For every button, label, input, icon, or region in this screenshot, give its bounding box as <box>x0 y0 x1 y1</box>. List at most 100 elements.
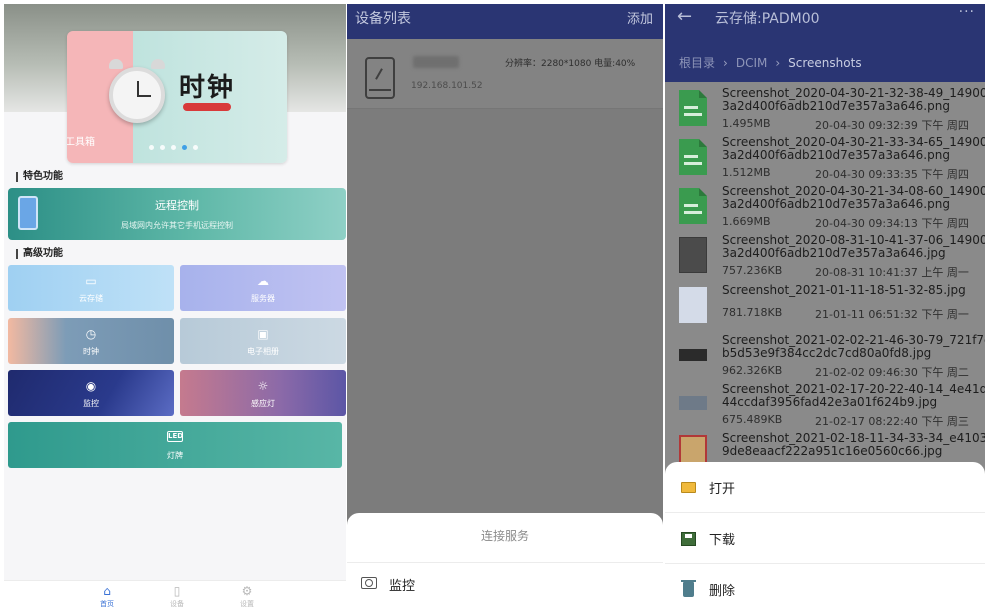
action-label: 下载 <box>709 533 736 548</box>
banner-subtitle: 工具箱 <box>67 137 95 148</box>
tile-label: 监控 <box>83 399 99 408</box>
page-title: 设备列表 <box>355 11 411 27</box>
camera-icon <box>361 577 377 589</box>
file-name: Screenshot_2020-04-30-21-33-34-65_14900 … <box>722 135 985 162</box>
carousel-dots[interactable] <box>149 145 198 150</box>
file-name: Screenshot_2021-02-18-11-34-33-34_e4103 … <box>722 431 985 458</box>
file-row[interactable]: Screenshot_2021-02-17-20-22-40-14_4e41d … <box>665 382 985 431</box>
file-row[interactable]: Screenshot_2020-08-31-10-41-37-06_14900 … <box>665 233 985 282</box>
clock-hand-minute <box>137 95 151 97</box>
file-date: 21-01-11 06:51:32 下午 周一 <box>815 308 969 321</box>
nav-item-settings[interactable]: ⚙ 设置 <box>227 584 267 609</box>
sheet-title: 连接服务 <box>480 529 529 543</box>
chevron-right-icon: › <box>775 56 781 70</box>
more-options-icon[interactable]: ··· <box>959 4 975 20</box>
file-date: 20-08-31 10:41:37 上午 周一 <box>815 266 969 279</box>
file-row[interactable]: Screenshot_2021-01-11-18-51-32-85.jpg 78… <box>665 283 985 332</box>
carousel-dot[interactable] <box>149 145 154 150</box>
file-size: 1.669MB <box>722 215 771 228</box>
clock-bell-left <box>109 59 123 69</box>
device-name-blurred <box>413 56 459 68</box>
image-thumbnail <box>679 396 707 410</box>
image-thumbnail <box>679 349 707 361</box>
section-advanced: 高级功能 <box>16 249 63 259</box>
carousel-dot[interactable] <box>193 145 198 150</box>
tile-label: 电子相册 <box>247 347 279 356</box>
add-button[interactable]: 添加 <box>627 8 653 27</box>
file-size: 962.326KB <box>722 364 783 377</box>
banner-pill <box>183 103 231 111</box>
cloud-storage-screen: ← 云存储:PADM00 ··· 根目录 › DCIM › Screenshots Sc… <box>665 4 985 612</box>
nav-item-device[interactable]: ▯ 设备 <box>157 584 197 609</box>
app-bar: 设备列表 添加 <box>347 4 663 39</box>
carousel-dot[interactable] <box>171 145 176 150</box>
file-date: 21-02-02 09:46:30 下午 周二 <box>815 366 969 379</box>
device-info: 分辨率：2280*1080 电量:40% <box>505 59 636 69</box>
remote-control-card[interactable]: 远程控制 局域网内允许其它手机远程控制 <box>8 188 346 240</box>
led-label: 灯牌 <box>167 451 183 460</box>
tile-label: 服务器 <box>251 294 275 303</box>
led-inner: LED 灯牌 <box>92 422 258 468</box>
led-sign-card[interactable]: LED 灯牌 <box>8 422 342 468</box>
photo-icon: ▣ <box>257 327 269 341</box>
file-name: Screenshot_2021-02-17-20-22-40-14_4e41d … <box>722 382 985 409</box>
trash-icon <box>681 580 696 597</box>
save-icon <box>681 532 696 546</box>
file-row[interactable]: Screenshot_2021-02-02-21-46-30-79_721f7c… <box>665 333 985 382</box>
image-thumbnail <box>679 287 707 323</box>
file-name: Screenshot_2020-04-30-21-34-08-60_14900 … <box>722 184 985 211</box>
phone-device-icon <box>365 57 395 99</box>
tile-sensor-light[interactable]: ☼ 感应灯 <box>180 370 346 416</box>
folder-icon <box>681 482 696 493</box>
tile-photo-album[interactable]: ▣ 电子相册 <box>180 318 346 364</box>
chevron-right-icon: › <box>723 56 728 70</box>
device-list-item[interactable]: 分辨率：2280*1080 电量:40% 192.168.101.52 <box>347 39 663 109</box>
banner-title: 时钟 <box>179 73 236 103</box>
file-row[interactable]: Screenshot_2020-04-30-21-33-34-65_14900 … <box>665 135 985 184</box>
app-bar: ← 云存储:PADM00 ··· 根目录 › DCIM › Screenshots <box>665 4 985 82</box>
lightbulb-icon: ☼ <box>257 379 269 393</box>
gear-icon: ⚙ <box>241 584 253 598</box>
action-delete[interactable]: 删除 <box>665 564 985 612</box>
breadcrumb-current[interactable]: Screenshots <box>788 56 861 70</box>
banner-carousel[interactable]: 时钟 工具箱 <box>67 31 287 163</box>
action-download[interactable]: 下载 <box>665 513 985 563</box>
section-featured: 特色功能 <box>16 172 63 182</box>
breadcrumb-root[interactable]: 根目录 <box>679 56 715 70</box>
file-name: Screenshot_2020-08-31-10-41-37-06_14900 … <box>722 233 985 260</box>
file-name: Screenshot_2021-01-11-18-51-32-85.jpg <box>722 283 966 297</box>
tile-clock[interactable]: ◷ 时钟 <box>8 318 174 364</box>
nav-label: 设置 <box>240 600 254 608</box>
image-file-icon <box>679 90 707 126</box>
file-date: 20-04-30 09:32:39 下午 周四 <box>815 119 969 132</box>
alarm-clock-icon <box>109 59 165 123</box>
carousel-dot[interactable] <box>160 145 165 150</box>
page-title: 云存储:PADM00 <box>715 11 820 27</box>
device-icon-bar <box>369 89 391 91</box>
breadcrumb-dcim[interactable]: DCIM <box>736 56 768 70</box>
file-row[interactable]: Screenshot_2020-04-30-21-34-08-60_14900 … <box>665 184 985 233</box>
tile-server[interactable]: ☁ 服务器 <box>180 265 346 311</box>
image-thumbnail <box>679 237 707 273</box>
nav-label: 设备 <box>170 600 184 608</box>
tile-cloud-storage[interactable]: ▭ 云存储 <box>8 265 174 311</box>
device-list-screen: 设备列表 添加 分辨率：2280*1080 电量:40% 192.168.101… <box>347 4 663 612</box>
home-icon: ⌂ <box>103 584 111 598</box>
file-size: 757.236KB <box>722 264 783 277</box>
file-name: Screenshot_2021-02-02-21-46-30-79_721f7c… <box>722 333 985 360</box>
nav-item-home[interactable]: ⌂ 首页 <box>87 584 127 609</box>
file-date: 20-04-30 09:33:35 下午 周四 <box>815 168 969 181</box>
clock-icon: ◷ <box>85 327 97 341</box>
carousel-dot-active[interactable] <box>182 145 187 150</box>
file-size: 781.718KB <box>722 306 783 319</box>
action-open[interactable]: 打开 <box>665 462 985 512</box>
tile-label: 云存储 <box>79 294 103 303</box>
tile-monitor[interactable]: ◉ 监控 <box>8 370 174 416</box>
remote-control-title: 远程控制 <box>155 199 199 212</box>
back-arrow-icon[interactable]: ← <box>677 6 692 27</box>
file-name: Screenshot_2020-04-30-21-32-38-49_14900 … <box>722 86 985 113</box>
tile-label: 时钟 <box>83 347 99 356</box>
file-row[interactable]: Screenshot_2020-04-30-21-32-38-49_14900 … <box>665 86 985 135</box>
cloud-server-icon: ☁ <box>257 274 269 288</box>
divider <box>347 562 663 563</box>
